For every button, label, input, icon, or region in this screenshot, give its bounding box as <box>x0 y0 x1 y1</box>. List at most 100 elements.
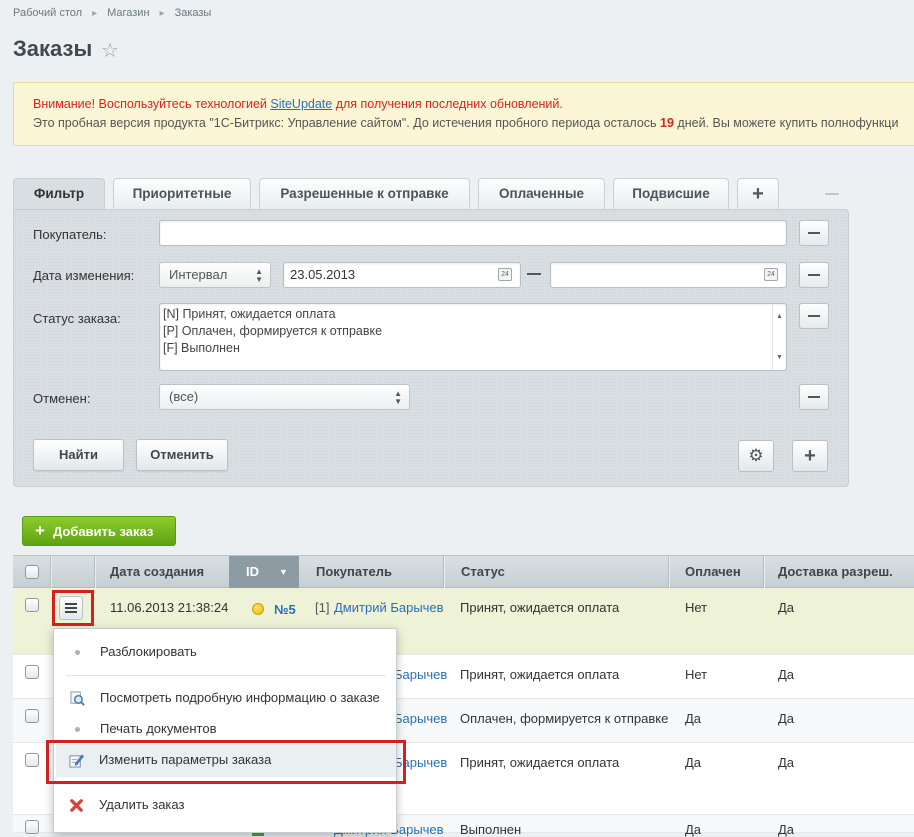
row-checkbox[interactable] <box>25 665 39 679</box>
row-date: 11.06.2013 21:38:24 <box>110 600 229 615</box>
table-header: Дата создания ID ▼ Покупатель Статус Опла… <box>13 555 914 588</box>
row-status: Оплачен, формируется к отправке <box>460 711 669 726</box>
buyer-input[interactable] <box>159 220 787 246</box>
edit-item-red-frame <box>46 740 406 784</box>
col-status[interactable]: Статус <box>461 556 505 588</box>
col-delivery-allowed[interactable]: Доставка разреш. <box>778 556 893 588</box>
row-actions-highlight <box>52 590 94 626</box>
row-paid: Да <box>685 711 702 726</box>
gear-icon[interactable]: ⚙ <box>738 440 774 472</box>
row-checkbox[interactable] <box>25 598 39 612</box>
status-option-n[interactable]: [N] Принят, ожидается оплата <box>163 306 786 323</box>
col-buyer[interactable]: Покупатель <box>316 556 392 588</box>
add-filter-field-icon[interactable]: + <box>792 440 828 472</box>
row-status: Принят, ожидается оплата <box>460 600 620 615</box>
trial-message: Это пробная версия продукта "1С-Битрикс:… <box>33 116 899 130</box>
status-multiselect[interactable]: [N] Принят, ожидается оплата [P] Оплачен… <box>159 303 787 371</box>
siteupdate-link[interactable]: SiteUpdate <box>270 97 332 111</box>
row-buyer-id: [1] <box>315 600 330 615</box>
row-paid: Да <box>685 755 702 770</box>
trial-notice: Внимание! Воспользуйтесь технологией Sit… <box>13 82 914 146</box>
trial-days: 19 <box>660 116 674 130</box>
col-paid[interactable]: Оплачен <box>685 556 741 588</box>
breadcrumb-shop[interactable]: Магазин <box>107 7 149 19</box>
cancel-filter-button[interactable]: Отменить <box>136 439 228 471</box>
plus-icon: + <box>35 521 45 540</box>
row-status: Выполнен <box>460 822 522 837</box>
remove-buyer-field-button[interactable] <box>799 220 829 246</box>
row-buyer-link[interactable]: Дмитрий Барычев <box>334 600 444 615</box>
bullet-icon <box>75 727 80 732</box>
range-dash <box>527 273 541 275</box>
remove-canceled-field-button[interactable] <box>799 384 829 410</box>
tab-hanging[interactable]: Подвисшие <box>613 178 729 210</box>
chevron-right-icon: ▸ <box>92 8 98 19</box>
remove-status-field-button[interactable] <box>799 303 829 329</box>
canceled-select[interactable]: (все) ▲ ▼ <box>159 384 410 410</box>
tab-filter[interactable]: Фильтр <box>13 178 105 210</box>
calendar-icon[interactable]: 24 <box>764 268 778 281</box>
select-arrows-icon: ▲ ▼ <box>255 267 263 284</box>
breadcrumb: Рабочий стол ▸ Магазин ▸ Заказы <box>13 7 211 19</box>
row-paid: Нет <box>685 667 708 682</box>
buyer-label: Покупатель: <box>33 227 107 242</box>
row-status: Принят, ожидается оплата <box>460 667 620 682</box>
scroll-down-icon[interactable]: ▼ <box>776 349 783 366</box>
find-button[interactable]: Найти <box>33 439 124 471</box>
magnifier-icon <box>70 691 85 706</box>
row-id-link[interactable]: №5 <box>274 602 296 617</box>
row-delivery: Да <box>778 822 795 837</box>
tab-paid[interactable]: Оплаченные <box>478 178 605 210</box>
row-checkbox[interactable] <box>25 753 39 767</box>
scrollbar[interactable]: ▲ ▼ <box>772 304 786 370</box>
sort-down-icon: ▼ <box>279 567 288 577</box>
menu-item-delete-order[interactable]: Удалить заказ <box>53 789 395 821</box>
row-checkbox[interactable] <box>25 820 39 834</box>
menu-separator <box>66 675 386 676</box>
row-paid: Да <box>685 822 702 837</box>
remove-date-field-button[interactable] <box>799 262 829 288</box>
row-delivery: Да <box>778 711 795 726</box>
row-delivery: Да <box>778 667 795 682</box>
date-label: Дата изменения: <box>33 268 135 283</box>
bullet-icon <box>75 650 80 655</box>
breadcrumb-desktop[interactable]: Рабочий стол <box>13 7 82 19</box>
canceled-label: Отменен: <box>33 391 91 406</box>
status-option-f[interactable]: [F] Выполнен <box>163 340 786 357</box>
add-tab-icon[interactable]: + <box>737 178 779 210</box>
column-separator <box>50 556 52 588</box>
menu-item-unlock[interactable]: Разблокировать <box>54 636 396 668</box>
scroll-up-icon[interactable]: ▲ <box>776 308 783 325</box>
column-separator <box>443 556 445 588</box>
row-status: Принят, ожидается оплата <box>460 755 620 770</box>
breadcrumb-orders[interactable]: Заказы <box>175 7 212 19</box>
row-checkbox[interactable] <box>25 709 39 723</box>
col-date-created[interactable]: Дата создания <box>110 556 204 588</box>
tab-priority[interactable]: Приоритетные <box>113 178 251 210</box>
column-separator <box>668 556 670 588</box>
date-mode-select[interactable]: Интервал ▲ ▼ <box>159 262 271 288</box>
tab-allowed-shipping[interactable]: Разрешенные к отправке <box>259 178 470 210</box>
row-menu-button[interactable] <box>59 596 83 620</box>
menu-item-view-details[interactable]: Посмотреть подробную информацию о заказе <box>54 682 396 714</box>
column-separator <box>94 556 96 588</box>
add-order-button[interactable]: + Добавить заказ <box>22 516 176 546</box>
row-buyer-link[interactable]: Барычев <box>394 711 447 726</box>
date-from-input[interactable]: 23.05.2013 24 <box>283 262 521 288</box>
row-paid: Нет <box>685 600 708 615</box>
hamburger-icon <box>65 603 77 613</box>
select-arrows-icon: ▲ ▼ <box>394 389 402 406</box>
status-option-p[interactable]: [P] Оплачен, формируется к отправке <box>163 323 786 340</box>
collapse-filter-icon[interactable] <box>825 193 839 195</box>
row-buyer-link[interactable]: Барычев <box>394 667 447 682</box>
select-all-checkbox[interactable] <box>25 565 39 579</box>
page-title: Заказы <box>13 36 93 61</box>
calendar-icon[interactable]: 24 <box>498 268 512 281</box>
row-delivery: Да <box>778 600 795 615</box>
col-id[interactable]: ID ▼ <box>229 556 299 588</box>
date-to-input[interactable]: 24 <box>550 262 787 288</box>
row-delivery: Да <box>778 755 795 770</box>
star-icon[interactable]: ☆ <box>101 38 119 63</box>
chevron-right-icon: ▸ <box>159 8 165 19</box>
status-dot-yellow-icon <box>252 603 264 615</box>
